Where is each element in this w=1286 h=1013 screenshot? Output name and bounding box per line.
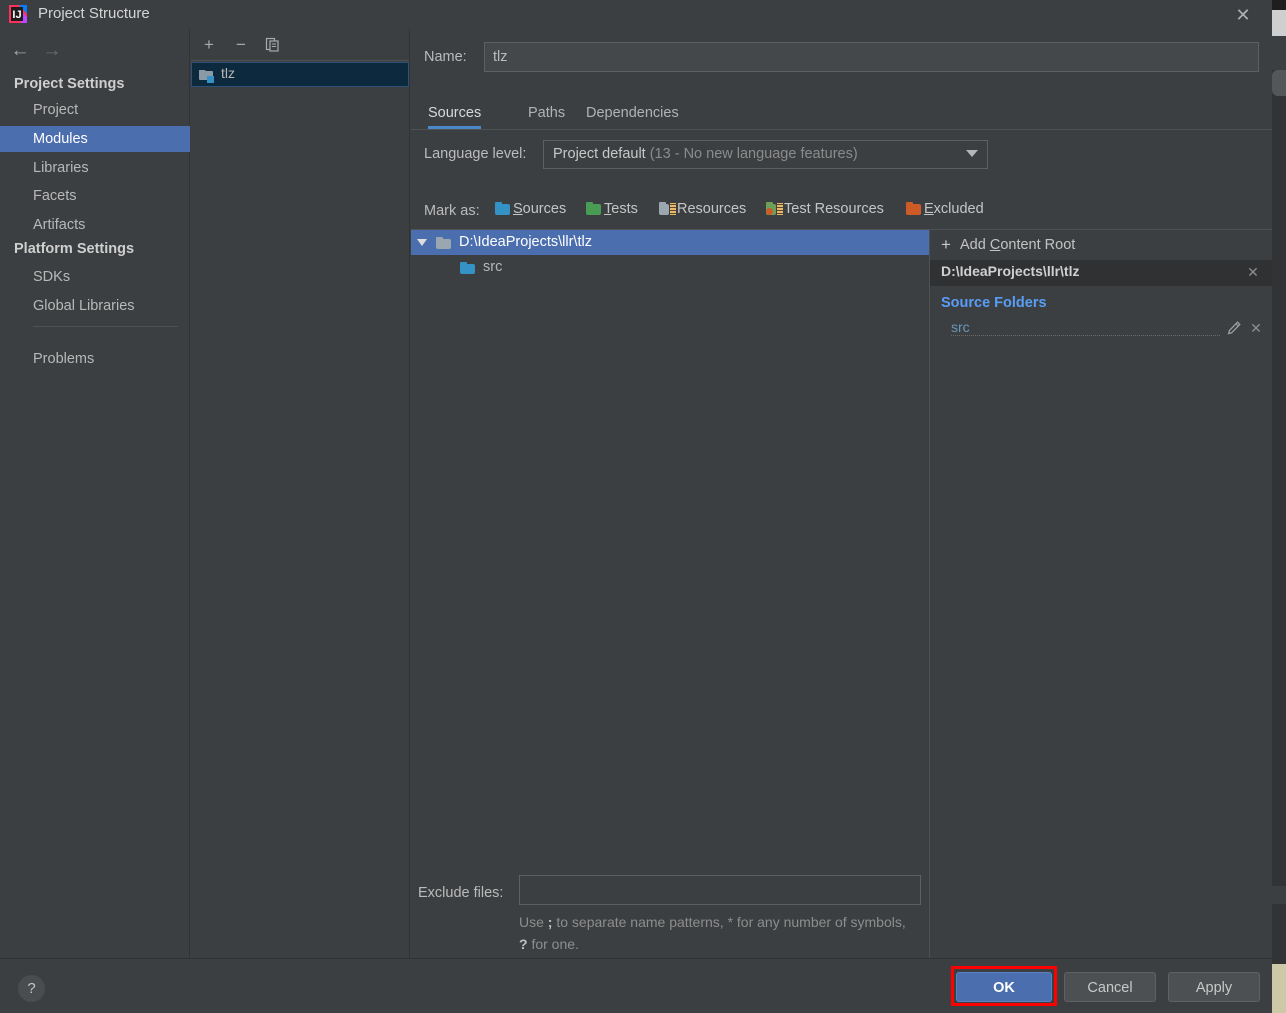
language-level-value-main: Project default — [553, 146, 646, 162]
excluded-folder-icon — [906, 202, 922, 215]
svg-text:IJ: IJ — [12, 9, 21, 21]
mark-as-excluded-button[interactable]: Excluded — [906, 201, 984, 221]
exclude-files-hint: Use ; to separate name patterns, * for a… — [519, 911, 914, 955]
test-resources-folder-icon — [766, 202, 783, 215]
module-tabs: Sources Paths Dependencies — [411, 99, 1272, 130]
ok-button[interactable]: OK — [956, 972, 1052, 1002]
settings-sidebar: ← → Project Settings Project Modules Lib… — [0, 29, 190, 958]
content-roots-tree: D:\IdeaProjects\llr\tlz src — [411, 229, 930, 853]
tab-dependencies[interactable]: Dependencies — [586, 99, 679, 129]
source-folder-entry-row: src ✕ — [930, 319, 1272, 341]
source-folder-icon — [460, 262, 476, 274]
sidebar-group-platform-settings: Platform Settings — [14, 241, 135, 257]
exclude-files-input[interactable] — [519, 875, 921, 905]
sidebar-item-modules[interactable]: Modules — [0, 126, 190, 152]
dialog-button-bar: ? OK Cancel Apply — [0, 958, 1272, 1013]
sidebar-item-problems[interactable]: Problems — [0, 346, 190, 372]
back-arrow-icon[interactable]: ← — [6, 37, 34, 65]
mark-as-tests-button[interactable]: Tests — [586, 201, 638, 221]
source-folder-name-link[interactable]: src — [951, 319, 973, 335]
hint-prefix: Use — [519, 914, 548, 930]
module-name-row: Name: — [411, 42, 1272, 76]
sidebar-item-artifacts[interactable]: Artifacts — [0, 212, 190, 238]
plus-icon: + — [941, 235, 951, 254]
exclude-files-label: Exclude files: — [418, 885, 504, 901]
mark-as-resources-button[interactable]: Resources — [659, 201, 746, 221]
sidebar-item-libraries[interactable]: Libraries — [0, 155, 190, 181]
content-root-header-path: D:\IdeaProjects\llr\tlz — [941, 263, 1080, 279]
remove-module-button[interactable]: − — [228, 32, 254, 58]
close-icon[interactable]: ✕ — [1230, 2, 1256, 28]
content-root-header: D:\IdeaProjects\llr\tlz ✕ — [930, 260, 1272, 286]
sources-folder-icon — [495, 202, 511, 215]
pencil-icon[interactable] — [1226, 320, 1242, 336]
name-label: Name: — [424, 49, 467, 65]
apply-button[interactable]: Apply — [1168, 972, 1260, 1002]
module-editor-panel: Name: Sources Paths Dependencies Languag… — [411, 29, 1272, 987]
source-folders-title: Source Folders — [941, 295, 1047, 311]
sidebar-item-facets[interactable]: Facets — [0, 183, 190, 209]
module-list-item-tlz[interactable]: tlz — [191, 62, 409, 87]
tree-row-src[interactable]: src — [411, 255, 929, 280]
modules-toolbar: + − — [191, 29, 409, 61]
add-module-button[interactable]: + — [196, 32, 222, 58]
dotted-leader — [951, 334, 1220, 336]
content-root-details-panel: + Add Content Root D:\IdeaProjects\llr\t… — [930, 229, 1272, 853]
tabs-divider — [411, 129, 1272, 130]
cancel-button[interactable]: Cancel — [1064, 972, 1156, 1002]
module-folder-icon — [199, 68, 216, 86]
dialog-titlebar: IJ Project Structure ✕ — [0, 0, 1272, 29]
chevron-down-icon — [966, 150, 978, 157]
sidebar-nav-arrows: ← → — [0, 37, 190, 69]
add-content-root-label: Add Content Root — [960, 237, 1076, 253]
copy-module-icon[interactable] — [259, 32, 285, 58]
project-structure-dialog: IJ Project Structure ✕ ← → Project Setti… — [0, 0, 1272, 1013]
help-icon[interactable]: ? — [18, 975, 45, 1002]
sidebar-item-global-libraries[interactable]: Global Libraries — [0, 293, 190, 319]
remove-content-root-icon[interactable]: ✕ — [1244, 262, 1262, 282]
mark-as-row: Mark as: Sources Tests Resources Test Re… — [411, 199, 1272, 225]
tree-row-content-root[interactable]: D:\IdeaProjects\llr\tlz — [411, 230, 929, 255]
modules-list-panel: + − tlz — [191, 29, 410, 958]
content-root-path-label: D:\IdeaProjects\llr\tlz — [459, 234, 592, 250]
folder-icon — [436, 237, 452, 249]
tab-paths[interactable]: Paths — [528, 99, 565, 129]
module-name-label: tlz — [221, 65, 235, 81]
hint-question: ? — [519, 936, 528, 952]
hint-mid: to separate name patterns, * for any num… — [552, 914, 906, 930]
remove-source-folder-icon[interactable]: ✕ — [1248, 319, 1264, 337]
sidebar-divider — [33, 326, 178, 327]
add-content-root-button[interactable]: + Add Content Root — [930, 230, 1272, 260]
sidebar-item-project[interactable]: Project — [0, 97, 190, 123]
forward-arrow-icon[interactable]: → — [38, 37, 66, 65]
expand-triangle-icon[interactable] — [417, 239, 427, 246]
mark-as-sources-button[interactable]: Sources — [495, 201, 566, 221]
hint-suffix: for one. — [527, 936, 579, 952]
src-folder-label: src — [483, 259, 503, 275]
intellij-idea-logo-icon: IJ — [8, 4, 28, 24]
language-level-dropdown[interactable]: Project default (13 - No new language fe… — [543, 140, 988, 169]
language-level-value: Project default (13 - No new language fe… — [553, 146, 858, 162]
module-name-input[interactable] — [484, 42, 1259, 72]
dialog-title: Project Structure — [38, 5, 150, 22]
language-level-value-suffix: (13 - No new language features) — [645, 146, 858, 162]
sidebar-item-sdks[interactable]: SDKs — [0, 264, 190, 290]
mark-as-test-resources-button[interactable]: Test Resources — [766, 201, 884, 221]
language-level-label: Language level: — [424, 146, 527, 162]
sidebar-group-project-settings: Project Settings — [14, 76, 125, 92]
background-ide-strip — [1272, 0, 1286, 1013]
tab-sources[interactable]: Sources — [428, 99, 482, 129]
tests-folder-icon — [586, 202, 602, 215]
resources-folder-icon — [659, 202, 676, 215]
mark-as-label: Mark as: — [424, 203, 480, 219]
